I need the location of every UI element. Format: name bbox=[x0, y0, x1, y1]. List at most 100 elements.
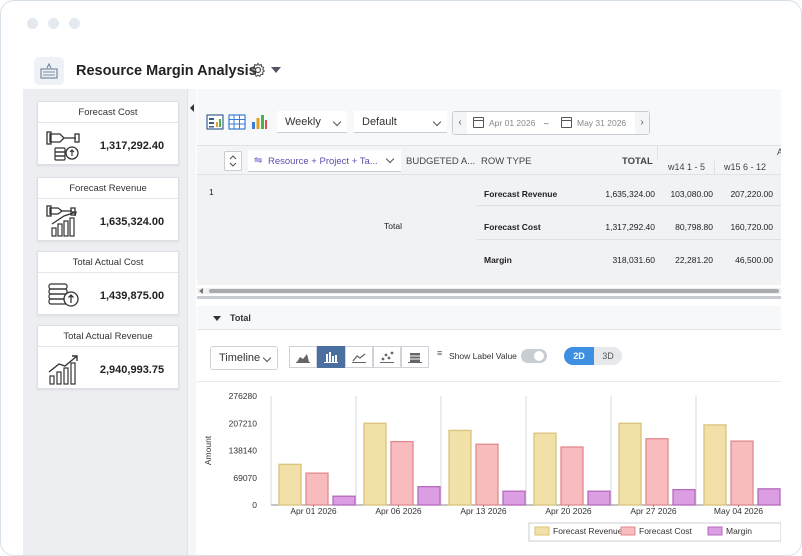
column-divider bbox=[714, 159, 715, 176]
bar-chart-icon bbox=[324, 352, 338, 363]
kpi-card-forecast-cost[interactable]: Forecast Cost 1,317,292.40 bbox=[37, 101, 179, 165]
kpi-value: 1,439,875.00 bbox=[99, 290, 165, 302]
period-select-value: Weekly bbox=[285, 116, 321, 128]
grouping-select[interactable]: ⇋ Resource + Project + Ta... bbox=[248, 150, 401, 172]
chevron-down-icon bbox=[262, 353, 272, 363]
bar-chart-button[interactable] bbox=[317, 346, 345, 368]
period-select[interactable]: Weekly bbox=[277, 111, 347, 133]
window-dot-maximize[interactable] bbox=[69, 18, 80, 29]
chart-mode-value: Timeline bbox=[219, 352, 261, 364]
column-header-week14[interactable]: w14 1 - 5 bbox=[668, 162, 705, 172]
gear-icon[interactable] bbox=[250, 62, 266, 78]
stacked-chart-icon bbox=[408, 353, 422, 363]
x-tick-label: Apr 01 2026 bbox=[290, 506, 337, 516]
window-dot-minimize[interactable] bbox=[48, 18, 59, 29]
bar-margin bbox=[502, 490, 526, 506]
column-header-total[interactable]: TOTAL bbox=[622, 156, 653, 167]
title-dropdown-chevron-icon[interactable] bbox=[271, 67, 281, 73]
row-type-cell: Forecast Revenue bbox=[484, 189, 558, 199]
chevron-down-icon bbox=[332, 117, 342, 127]
row-divider bbox=[477, 205, 781, 206]
app-window: Resource Margin Analysis Forecast Cost 1… bbox=[0, 0, 802, 556]
x-tick-label: Apr 13 2026 bbox=[460, 506, 507, 516]
stacked-chart-button[interactable] bbox=[401, 346, 429, 368]
x-tick-label: Apr 20 2026 bbox=[545, 506, 592, 516]
bar-forecast-revenue bbox=[703, 424, 727, 506]
total-cell: 1,635,324.00 bbox=[605, 189, 655, 199]
total-cell: 318,031.60 bbox=[612, 255, 655, 265]
bar-chart: Amount 0 69070 138140 207210 276280 Apr 01 202… bbox=[203, 391, 781, 542]
label-options-icon: ≡ bbox=[437, 348, 443, 358]
scrollbar-thumb[interactable] bbox=[209, 289, 779, 293]
bar-forecast-revenue bbox=[278, 463, 302, 506]
sort-toggle-button[interactable] bbox=[224, 151, 242, 171]
legend-swatch bbox=[707, 526, 723, 536]
next-range-button[interactable]: › bbox=[635, 112, 649, 134]
dimension-3d-button[interactable]: 3D bbox=[594, 347, 622, 365]
kpi-value: 1,317,292.40 bbox=[99, 140, 165, 152]
page-title: Resource Margin Analysis bbox=[76, 63, 257, 79]
prev-range-button[interactable]: ‹ bbox=[453, 112, 467, 134]
bar-margin bbox=[672, 488, 696, 506]
calendar-icon[interactable] bbox=[561, 117, 572, 128]
horizontal-scrollbar[interactable] bbox=[197, 288, 781, 294]
scatter-chart-button[interactable] bbox=[373, 346, 401, 368]
chart-view-icon[interactable] bbox=[250, 113, 268, 131]
y-tick-label: 138140 bbox=[229, 446, 258, 456]
legend-swatch bbox=[620, 526, 636, 536]
start-date[interactable]: Apr 01 2026 bbox=[489, 118, 535, 128]
bar-forecast-revenue bbox=[448, 429, 472, 506]
column-header-row-type[interactable]: ROW TYPE bbox=[481, 156, 532, 167]
collapse-arrow-icon[interactable] bbox=[190, 104, 194, 112]
kpi-card-forecast-revenue[interactable]: Forecast Revenue 1,635,324.00 bbox=[37, 177, 179, 241]
week-cell: 80,798.80 bbox=[675, 222, 713, 232]
sort-icon bbox=[229, 155, 237, 167]
bar-margin bbox=[332, 495, 356, 506]
row-type-cell: Margin bbox=[484, 255, 512, 265]
scroll-left-icon[interactable] bbox=[199, 288, 203, 294]
revenue-growth-icon bbox=[46, 205, 77, 237]
growth-chart-icon bbox=[48, 355, 78, 385]
kpi-card-total-actual-revenue[interactable]: Total Actual Revenue 2,940,993.75 bbox=[37, 325, 179, 389]
report-icon bbox=[34, 57, 64, 85]
window-dot-close[interactable] bbox=[27, 18, 38, 29]
grouping-icon: ⇋ bbox=[254, 155, 263, 166]
y-tick-label: 0 bbox=[252, 500, 257, 510]
kpi-card-total-actual-cost[interactable]: Total Actual Cost 1,439,875.00 bbox=[37, 251, 179, 315]
kpi-sidebar: Forecast Cost 1,317,292.40 Forecast Reve… bbox=[23, 89, 187, 555]
bar-forecast-revenue bbox=[363, 422, 387, 506]
line-chart-button[interactable] bbox=[345, 346, 373, 368]
dimension-2d-button[interactable]: 2D bbox=[564, 347, 594, 365]
panel-resize-handle[interactable] bbox=[197, 296, 781, 299]
calendar-icon[interactable] bbox=[473, 117, 484, 128]
area-chart-button[interactable] bbox=[289, 346, 317, 368]
grid-header: ⇋ Resource + Project + Ta... BUDGETED A.… bbox=[197, 145, 781, 176]
grid-view-icon[interactable] bbox=[228, 113, 246, 131]
coin-stack-icon bbox=[48, 283, 79, 307]
chart-mode-select[interactable]: Timeline bbox=[210, 346, 278, 370]
show-label-toggle[interactable] bbox=[521, 349, 547, 363]
collapse-caret-icon[interactable] bbox=[213, 316, 221, 321]
grouping-select-value: Resource + Project + Ta... bbox=[268, 156, 378, 167]
grid-chart-view-icon[interactable] bbox=[206, 113, 224, 131]
week-cell: 103,080.00 bbox=[670, 189, 713, 199]
end-date[interactable]: May 31 2026 bbox=[577, 118, 626, 128]
week-cell: 22,281.20 bbox=[675, 255, 713, 265]
bar-margin bbox=[587, 490, 611, 506]
bar-margin bbox=[417, 486, 441, 506]
sidebar-splitter[interactable] bbox=[187, 89, 196, 555]
column-group-label: A bbox=[777, 147, 781, 157]
total-section-header[interactable]: Total bbox=[197, 306, 781, 330]
y-tick-label: 69070 bbox=[233, 473, 257, 483]
column-header-week15[interactable]: w15 6 - 12 bbox=[724, 162, 766, 172]
column-header-budgeted[interactable]: BUDGETED A... bbox=[406, 156, 475, 167]
kpi-label: Total Actual Revenue bbox=[38, 326, 178, 347]
week-cell: 160,720.00 bbox=[730, 222, 773, 232]
range-separator: – bbox=[544, 118, 549, 128]
section-label: Total bbox=[230, 313, 251, 323]
y-tick-label: 276280 bbox=[229, 391, 258, 401]
view-select[interactable]: Default bbox=[354, 111, 447, 133]
view-select-value: Default bbox=[362, 116, 397, 128]
bar-margin bbox=[757, 488, 781, 506]
bar-forecast-cost bbox=[305, 472, 329, 506]
